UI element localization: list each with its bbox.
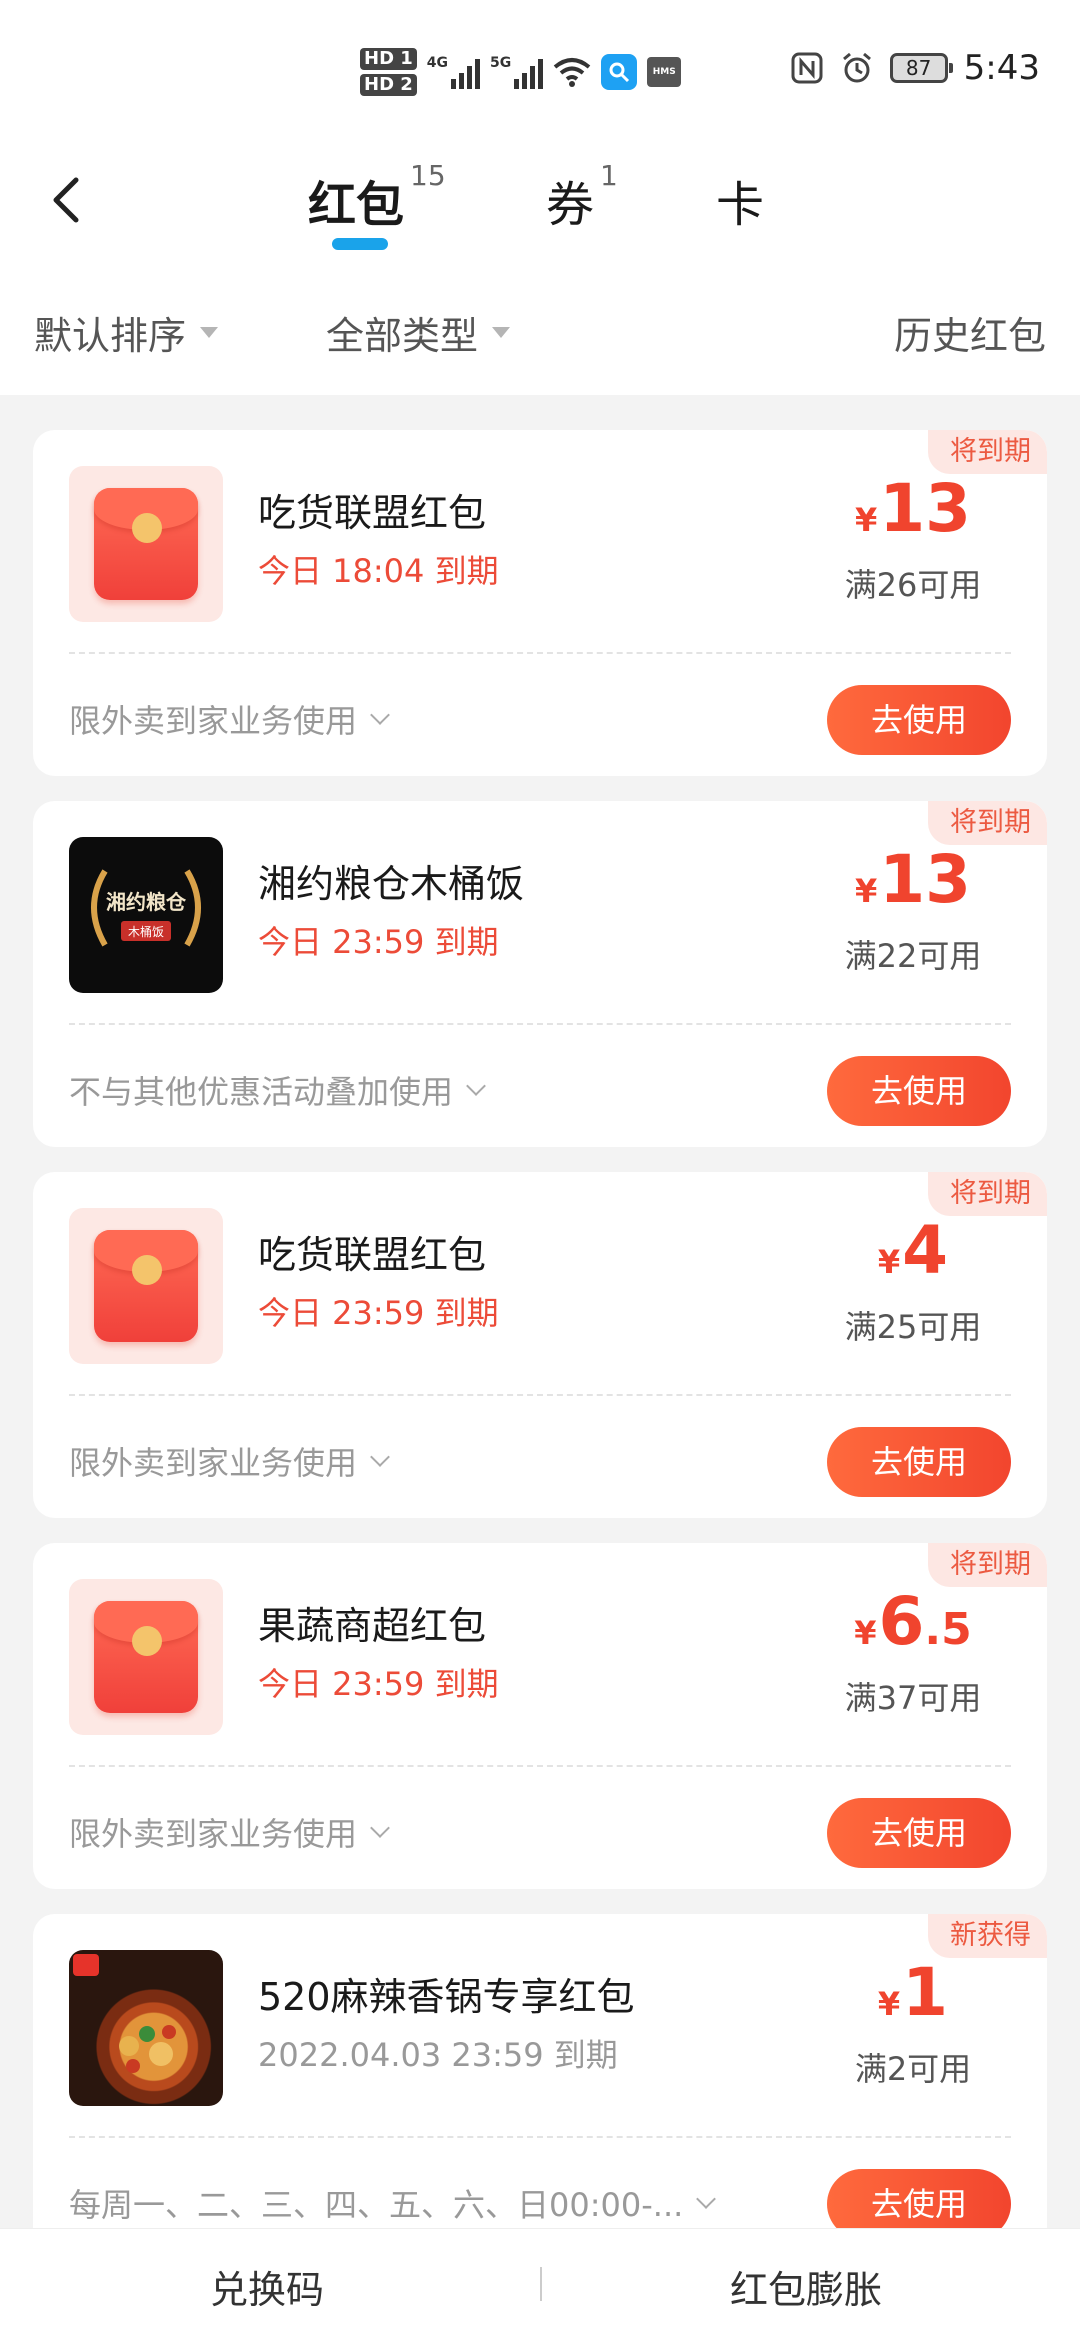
active-tab-indicator — [332, 238, 388, 250]
amount: ¥13 — [854, 841, 972, 918]
use-button[interactable]: 去使用 — [827, 1056, 1011, 1126]
search-app-icon — [601, 54, 638, 90]
hd1-badge: HD 1 — [360, 48, 417, 70]
chevron-down-icon — [466, 1076, 486, 1096]
dashed-divider — [69, 2136, 1011, 2138]
wifi-icon — [553, 58, 591, 87]
expiring-tag: 将到期 — [928, 1543, 1047, 1587]
sort-dropdown[interactable]: 默认排序 — [34, 305, 219, 360]
usage-rule[interactable]: 不与其他优惠活动叠加使用 — [69, 1067, 486, 1113]
hms-icon: HMS — [647, 57, 682, 87]
status-right: 87 5:43 — [790, 48, 1040, 88]
dashed-divider — [69, 652, 1011, 654]
packet-name: 吃货联盟红包 — [258, 491, 487, 535]
nfc-icon — [791, 52, 823, 84]
red-packet-card: 将到期 吃货联盟红包 今日 23:59 到期 ¥4 满25可用 限外卖到家业务使… — [33, 1172, 1047, 1518]
tab-cards[interactable]: 卡 — [716, 165, 764, 235]
red-envelope-icon — [69, 1208, 223, 1364]
history-link[interactable]: 历史红包 — [894, 305, 1046, 360]
dashed-divider — [69, 1023, 1011, 1025]
dashed-divider — [69, 1394, 1011, 1396]
signal-4g-icon: 4G — [427, 55, 481, 89]
svg-text:湘约粮仓: 湘约粮仓 — [106, 890, 187, 914]
red-packet-card: 将到期 果蔬商超红包 今日 23:59 到期 ¥6.5 满37可用 限外卖到家业… — [33, 1543, 1047, 1889]
battery-icon: 87 — [889, 53, 953, 83]
amount: ¥4 — [877, 1212, 949, 1289]
caret-down-icon — [200, 327, 219, 338]
packet-name: 湘约粮仓木桶饭 — [258, 862, 525, 906]
red-packet-card: 将到期 吃货联盟红包 今日 18:04 到期 ¥13 满26可用 限外卖到家业务… — [33, 430, 1047, 776]
filter-bar: 默认排序 全部类型 历史红包 — [0, 275, 1080, 395]
use-condition: 满37可用 — [844, 1679, 982, 1717]
chevron-down-icon — [696, 2189, 717, 2209]
signal-5g-icon: 5G — [490, 55, 544, 89]
back-icon[interactable] — [40, 160, 100, 240]
packet-name: 果蔬商超红包 — [258, 1604, 487, 1648]
usage-rule[interactable]: 限外卖到家业务使用 — [69, 1809, 390, 1855]
expiring-tag: 将到期 — [928, 801, 1047, 845]
svg-text:木桶饭: 木桶饭 — [128, 924, 164, 939]
amount: ¥1 — [877, 1954, 949, 2031]
bottom-separator — [540, 2267, 542, 2301]
amount: ¥6.5 — [854, 1583, 972, 1660]
header: 红包15 券1 卡 — [0, 150, 1080, 275]
packet-name: 520麻辣香锅专享红包 — [258, 1975, 635, 2019]
store-logo: 湘约粮仓 木桶饭 — [69, 837, 223, 993]
red-packet-boost-button[interactable]: 红包膨胀 — [730, 2259, 882, 2314]
tab-coupons[interactable]: 券1 — [546, 159, 618, 235]
chevron-down-icon — [370, 1447, 390, 1467]
red-packet-card: 新获得 520麻辣香锅专享红包 2022.04.03 23:59 到期 ¥1 满… — [33, 1914, 1047, 2260]
expire-time: 今日 18:04 到期 — [258, 552, 499, 590]
new-tag: 新获得 — [928, 1914, 1047, 1958]
caret-down-icon — [492, 327, 511, 338]
usage-rule[interactable]: 限外卖到家业务使用 — [69, 1438, 390, 1484]
tab-red-packets[interactable]: 红包15 — [308, 159, 446, 235]
use-condition: 满22可用 — [844, 937, 982, 975]
use-button[interactable]: 去使用 — [827, 685, 1011, 755]
amount: ¥13 — [854, 470, 972, 547]
food-photo — [69, 1950, 223, 2106]
status-left: HD 1 HD 2 4G 5G HMS — [360, 48, 682, 96]
red-packet-card: 将到期 湘约粮仓 木桶饭 湘约粮仓木桶饭 今日 23:59 到期 ¥13 满22… — [33, 801, 1047, 1147]
red-envelope-icon — [69, 466, 223, 622]
status-bar: HD 1 HD 2 4G 5G HMS 87 5:43 — [0, 0, 1080, 150]
alarm-icon — [842, 52, 871, 83]
usage-rule[interactable]: 限外卖到家业务使用 — [69, 696, 390, 742]
expire-time: 今日 23:59 到期 — [258, 1294, 499, 1332]
dashed-divider — [69, 1765, 1011, 1767]
redeem-code-button[interactable]: 兑换码 — [210, 2259, 324, 2314]
type-dropdown[interactable]: 全部类型 — [326, 305, 511, 360]
chevron-down-icon — [370, 705, 390, 725]
status-time: 5:43 — [963, 48, 1040, 88]
expire-time: 今日 23:59 到期 — [258, 1665, 499, 1703]
expiring-tag: 将到期 — [928, 430, 1047, 474]
hd2-badge: HD 2 — [360, 74, 417, 96]
usage-rule[interactable]: 每周一、二、三、四、五、六、日00:00-... — [69, 2180, 717, 2226]
chevron-down-icon — [370, 1818, 390, 1838]
bottom-bar: 兑换码 红包膨胀 — [0, 2228, 1080, 2341]
packet-name: 吃货联盟红包 — [258, 1233, 487, 1277]
use-condition: 满25可用 — [844, 1308, 982, 1346]
expire-time: 2022.04.03 23:59 到期 — [258, 2036, 618, 2074]
red-envelope-icon — [69, 1579, 223, 1735]
use-condition: 满26可用 — [844, 566, 982, 604]
use-button[interactable]: 去使用 — [827, 1427, 1011, 1497]
expire-time: 今日 23:59 到期 — [258, 923, 499, 961]
use-condition: 满2可用 — [854, 2050, 972, 2088]
expiring-tag: 将到期 — [928, 1172, 1047, 1216]
use-button[interactable]: 去使用 — [827, 1798, 1011, 1868]
